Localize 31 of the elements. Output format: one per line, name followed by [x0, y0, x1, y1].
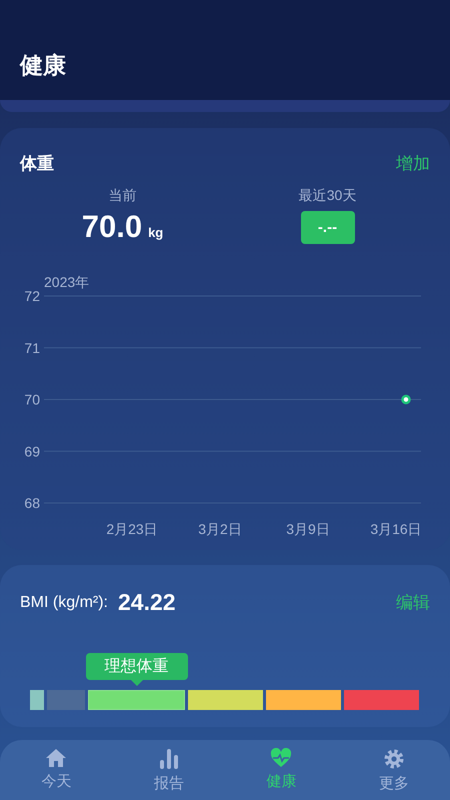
axis-label: 3月9日 [286, 521, 330, 537]
axis-label: 3月16日 [370, 521, 422, 537]
weight-value: 70.0 [82, 209, 142, 245]
nav-tab[interactable]: 更多 [338, 748, 450, 800]
bmi-label: BMI (kg/m²): [20, 594, 108, 612]
edit-link[interactable]: 编辑 [396, 591, 430, 614]
axis-label: 69 [24, 443, 40, 460]
axis-label: 71 [24, 340, 40, 356]
nav-tab[interactable]: 健康 [225, 748, 338, 800]
average-badge: -.-- [300, 211, 354, 244]
nav-tab[interactable]: 报告 [112, 748, 225, 800]
heart-pulse-icon [270, 748, 292, 768]
axis-label: 2月23日 [106, 521, 158, 537]
stat-label: 最近30天 [298, 187, 356, 205]
home-icon [45, 748, 68, 768]
add-link[interactable]: 增加 [396, 152, 430, 175]
bmi-value: 24.22 [118, 589, 176, 616]
axis-label: 68 [24, 495, 40, 511]
axis-label: 3月2日 [198, 521, 242, 537]
card-title: 体重 [20, 153, 54, 175]
axis-label: 70 [24, 392, 40, 408]
data-point [401, 394, 411, 404]
settings-icon [382, 748, 405, 770]
weight-unit: kg [148, 225, 164, 240]
bar-chart-icon [158, 748, 179, 770]
nav-tab[interactable]: 今天 [0, 748, 112, 800]
page-title: 健康 [18, 51, 67, 80]
axis-label: 72 [24, 288, 40, 304]
stat-label: 当前 [108, 187, 136, 205]
year-label: 2023年 [44, 274, 90, 290]
range-tooltip: 理想体重 [86, 653, 188, 686]
